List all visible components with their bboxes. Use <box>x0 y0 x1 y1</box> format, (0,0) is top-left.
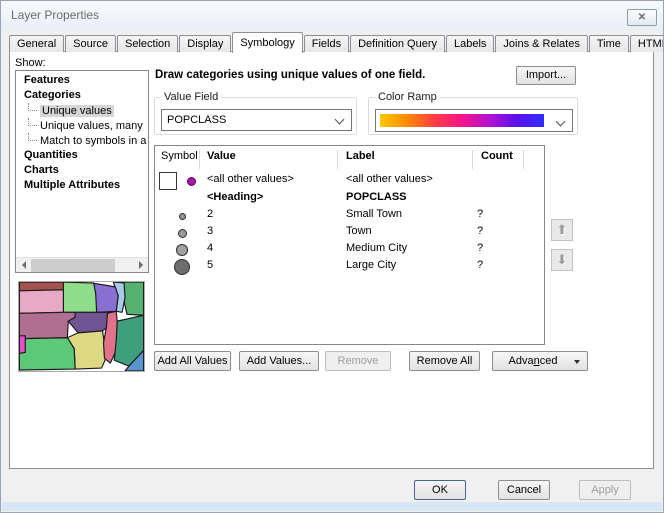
method-description: Draw categories using unique values of o… <box>155 69 425 81</box>
tab-display[interactable]: Display <box>179 35 231 52</box>
scroll-left-icon[interactable] <box>16 258 31 272</box>
tab-labels[interactable]: Labels <box>446 35 494 52</box>
symbol-dot-icon[interactable] <box>179 213 186 220</box>
tab-html-popup[interactable]: HTML Popup <box>630 35 664 52</box>
tree-item-match-symbols[interactable]: Match to symbols in a <box>16 133 148 148</box>
table-row-heading[interactable]: <Heading> POPCLASS <box>155 190 544 207</box>
map-preview-thumbnail <box>18 281 145 372</box>
symbology-tab-page: Show: Features Categories Unique values … <box>9 51 654 469</box>
tree-item-multiple-attributes[interactable]: Multiple Attributes <box>16 178 148 193</box>
tab-fields[interactable]: Fields <box>304 35 349 52</box>
arrow-down-icon: ⬇ <box>557 252 568 267</box>
symbol-dot-icon[interactable] <box>174 259 190 275</box>
tree-item-features[interactable]: Features <box>16 73 148 88</box>
layer-properties-dialog: Layer Properties ✕ General Source Select… <box>0 0 664 513</box>
unique-values-table[interactable]: Symbol Value Label Count <all other valu… <box>154 145 545 345</box>
table-header: Symbol Value Label Count <box>155 146 544 168</box>
cancel-button[interactable]: Cancel <box>498 480 550 500</box>
symbol-dot-icon[interactable] <box>178 229 187 238</box>
tree-item-unique-values-many[interactable]: Unique values, many <box>16 118 148 133</box>
color-ramp-label: Color Ramp <box>375 91 440 103</box>
remove-button: Remove <box>325 351 391 371</box>
tab-joins-relates[interactable]: Joins & Relates <box>495 35 587 52</box>
import-button[interactable]: Import... <box>516 66 576 85</box>
value-field-group: Value Field POPCLASS <box>154 97 357 135</box>
tab-symbology[interactable]: Symbology <box>232 32 302 53</box>
states-map-image <box>19 282 144 371</box>
scroll-right-icon[interactable] <box>133 258 148 272</box>
tab-general[interactable]: General <box>9 35 64 52</box>
column-symbol: Symbol <box>161 150 198 162</box>
tab-definition-query[interactable]: Definition Query <box>350 35 445 52</box>
chevron-down-icon[interactable] <box>335 115 345 125</box>
show-tree: Features Categories Unique values Unique… <box>15 70 149 273</box>
move-down-button[interactable]: ⬇ <box>551 249 573 271</box>
add-values-button[interactable]: Add Values... <box>239 351 319 371</box>
value-field-selected: POPCLASS <box>167 114 226 126</box>
symbol-dot-icon[interactable] <box>187 177 196 186</box>
all-other-values-checkbox[interactable] <box>159 172 177 190</box>
apply-button: Apply <box>579 480 631 500</box>
tree-horizontal-scrollbar[interactable] <box>16 257 148 272</box>
tab-strip: General Source Selection Display Symbolo… <box>9 33 664 52</box>
close-icon[interactable]: ✕ <box>627 9 657 26</box>
tab-selection[interactable]: Selection <box>117 35 178 52</box>
window-title: Layer Properties <box>11 8 99 22</box>
color-ramp-gradient <box>380 114 544 127</box>
tree-item-unique-values[interactable]: Unique values <box>16 103 148 118</box>
value-field-dropdown[interactable]: POPCLASS <box>161 109 352 131</box>
advanced-button[interactable]: Advanced <box>492 351 588 371</box>
tree-item-charts[interactable]: Charts <box>16 163 148 178</box>
column-value: Value <box>207 150 236 162</box>
tree-branch-icon <box>28 133 37 141</box>
tree-branch-icon <box>28 118 37 126</box>
move-up-button[interactable]: ⬆ <box>551 219 573 241</box>
title-bar[interactable]: Layer Properties ✕ <box>1 1 663 30</box>
scrollbar-thumb[interactable] <box>31 259 115 272</box>
chevron-down-icon[interactable] <box>556 117 566 127</box>
tab-time[interactable]: Time <box>589 35 629 52</box>
value-field-label: Value Field <box>161 91 221 103</box>
add-all-values-button[interactable]: Add All Values <box>154 351 231 371</box>
tree-item-categories[interactable]: Categories <box>16 88 148 103</box>
table-row-small-town[interactable]: 2 Small Town ? <box>155 207 544 224</box>
ok-button[interactable]: OK <box>414 480 466 500</box>
symbol-dot-icon[interactable] <box>176 244 188 256</box>
table-row-all-other-values[interactable]: <all other values> <all other values> <box>155 172 544 191</box>
color-ramp-dropdown[interactable] <box>375 109 573 132</box>
dropdown-arrow-icon <box>574 360 580 364</box>
arrow-up-icon: ⬆ <box>557 222 568 237</box>
table-row-town[interactable]: 3 Town ? <box>155 224 544 241</box>
table-row-medium-city[interactable]: 4 Medium City ? <box>155 241 544 258</box>
table-row-large-city[interactable]: 5 Large City ? <box>155 258 544 275</box>
column-count: Count <box>481 150 513 162</box>
tree-item-quantities[interactable]: Quantities <box>16 148 148 163</box>
tree-branch-icon <box>28 103 37 111</box>
column-label: Label <box>346 150 375 162</box>
tab-source[interactable]: Source <box>65 35 116 52</box>
remove-all-button[interactable]: Remove All <box>409 351 480 371</box>
color-ramp-group: Color Ramp <box>368 97 578 135</box>
show-label: Show: <box>15 57 46 69</box>
